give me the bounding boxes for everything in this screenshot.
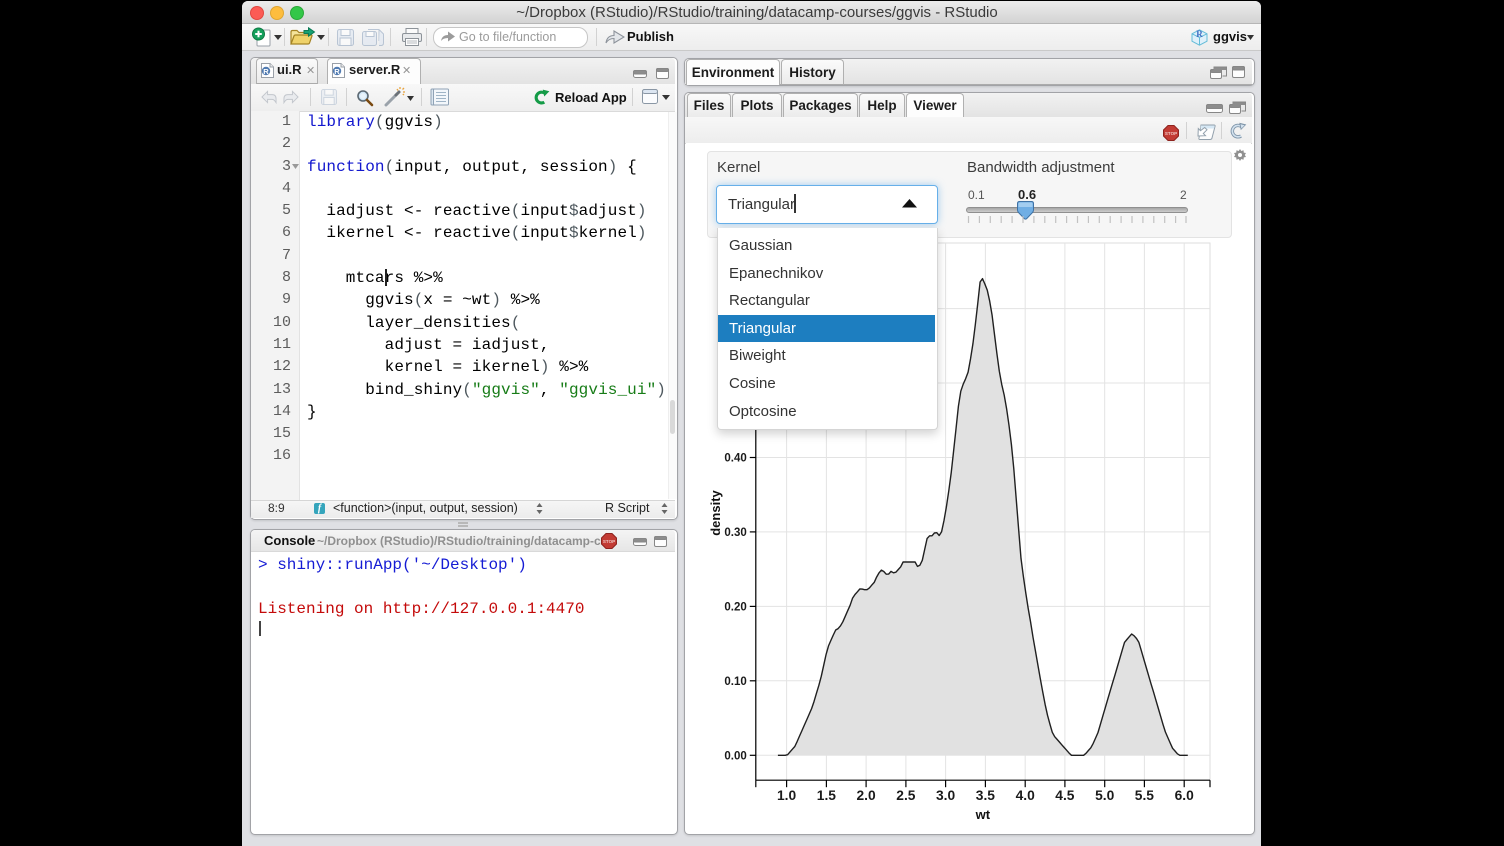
svg-text:5.5: 5.5: [1135, 788, 1155, 803]
svg-text:STOP: STOP: [603, 539, 615, 544]
svg-text:3.5: 3.5: [976, 788, 996, 803]
svg-text:1.0: 1.0: [777, 788, 797, 803]
svg-text:4.0: 4.0: [1016, 788, 1036, 803]
svg-text:0.00: 0.00: [724, 750, 746, 762]
svg-text:wt: wt: [975, 807, 991, 822]
svg-text:0.20: 0.20: [724, 601, 746, 613]
svg-text:0.40: 0.40: [724, 453, 746, 465]
svg-text:3.0: 3.0: [936, 788, 956, 803]
svg-text:density: density: [708, 489, 723, 535]
svg-text:0.30: 0.30: [724, 527, 746, 539]
svg-text:STOP: STOP: [1165, 131, 1177, 136]
svg-text:2.0: 2.0: [857, 788, 877, 803]
svg-text:0.10: 0.10: [724, 676, 746, 688]
svg-text:4.5: 4.5: [1055, 788, 1075, 803]
svg-text:R: R: [334, 67, 340, 76]
svg-text:1.5: 1.5: [817, 788, 837, 803]
svg-text:2.5: 2.5: [896, 788, 916, 803]
svg-text:5.0: 5.0: [1095, 788, 1115, 803]
svg-text:R: R: [263, 67, 269, 76]
svg-text:6.0: 6.0: [1175, 788, 1195, 803]
svg-text:R: R: [1196, 29, 1203, 39]
